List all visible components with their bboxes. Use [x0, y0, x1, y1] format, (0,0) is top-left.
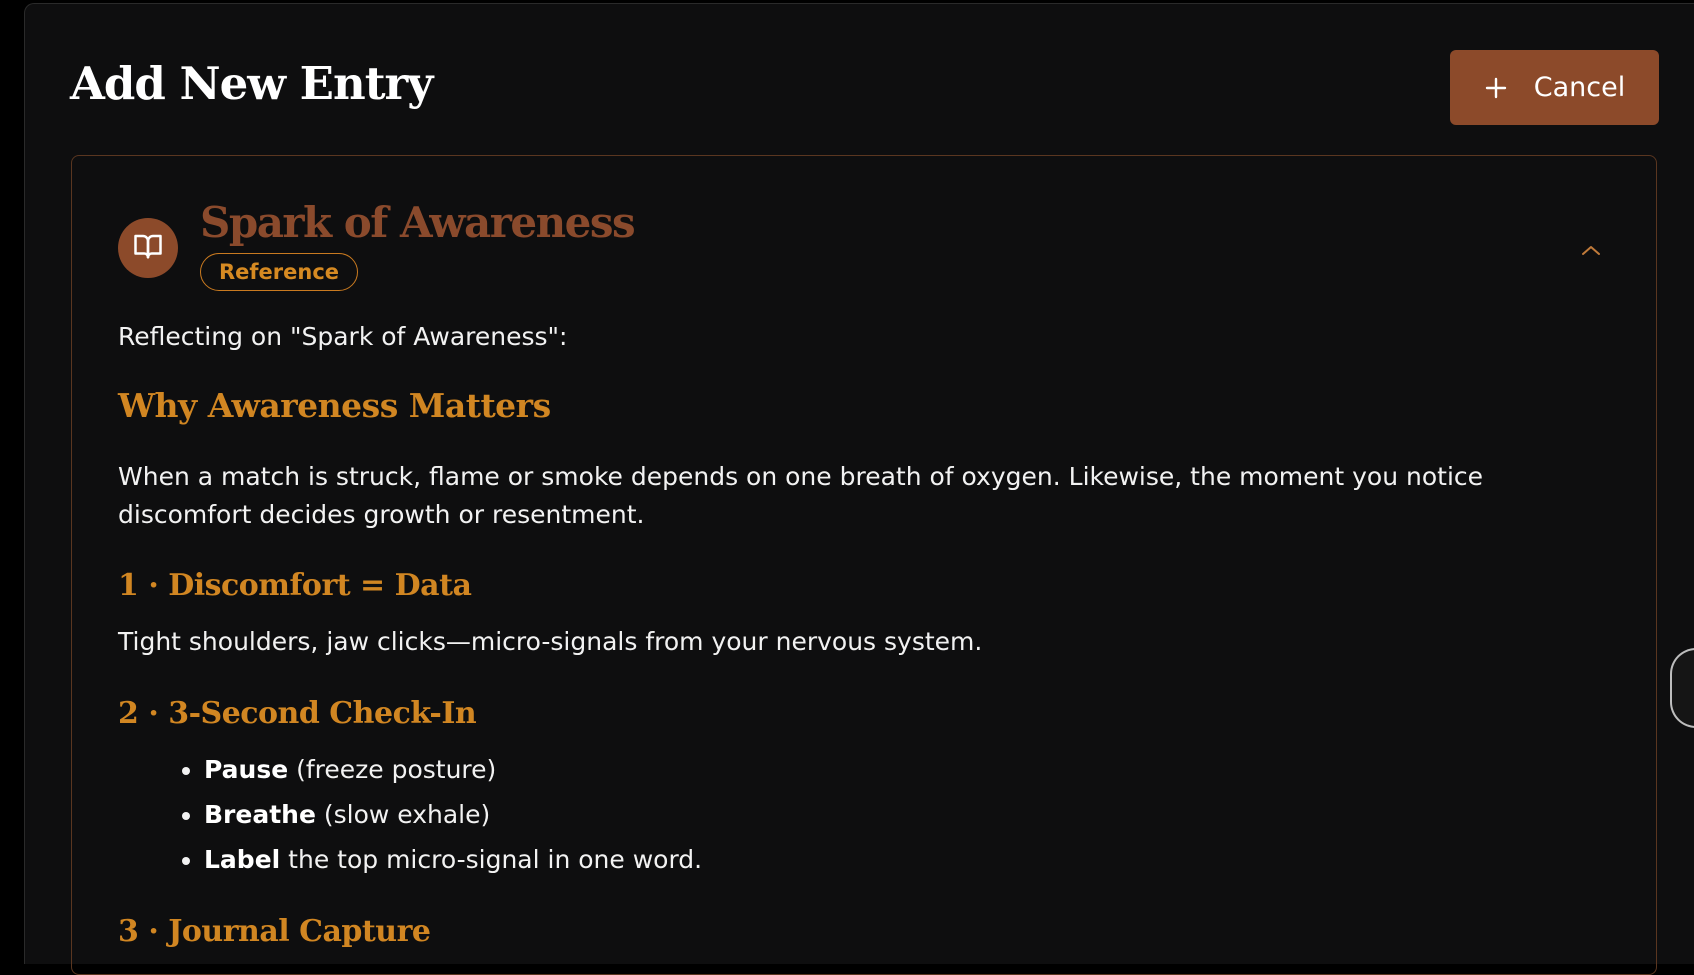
section-heading-checkin: 2 · 3-Second Check-In	[118, 696, 477, 731]
collapse-toggle[interactable]	[1576, 236, 1606, 266]
section-heading-discomfort: 1 · Discomfort = Data	[118, 568, 472, 603]
list-item-bold: Breathe	[204, 800, 316, 829]
entry-icon	[118, 218, 178, 278]
side-panel-handle[interactable]	[1670, 648, 1694, 728]
checkin-list: Pause (freeze posture) Breathe (slow exh…	[162, 747, 702, 882]
list-item-bold: Pause	[204, 755, 289, 784]
reference-badge: Reference	[200, 253, 359, 291]
section-heading-journal: 3 · Journal Capture	[118, 914, 431, 949]
book-open-icon	[133, 231, 163, 265]
section-heading-why: Why Awareness Matters	[118, 386, 551, 425]
cancel-button[interactable]: Cancel	[1450, 50, 1659, 125]
chevron-up-icon	[1580, 242, 1602, 261]
plus-icon	[1484, 76, 1508, 100]
app-panel: Add New Entry Cancel Spark of Awareness …	[24, 3, 1694, 975]
page-title: Add New Entry	[70, 57, 433, 110]
entry-title: Spark of Awareness	[200, 198, 636, 247]
list-item: Label the top micro-signal in one word.	[204, 837, 702, 882]
cancel-button-label: Cancel	[1533, 72, 1626, 103]
intro-text: Reflecting on "Spark of Awareness":	[118, 322, 568, 351]
list-item-text: (slow exhale)	[315, 800, 491, 829]
list-item: Breathe (slow exhale)	[204, 792, 702, 837]
list-item-text: the top micro-signal in one word.	[280, 845, 703, 874]
entry-card: Spark of Awareness Reference Reflecting …	[71, 155, 1657, 975]
paragraph-awareness: When a match is struck, flame or smoke d…	[118, 462, 1484, 529]
list-item-text: (freeze posture)	[288, 755, 497, 784]
list-item-bold: Label	[204, 845, 281, 874]
paragraph-discomfort: Tight shoulders, jaw clicks—micro-signal…	[118, 627, 983, 656]
list-item: Pause (freeze posture)	[204, 747, 702, 792]
